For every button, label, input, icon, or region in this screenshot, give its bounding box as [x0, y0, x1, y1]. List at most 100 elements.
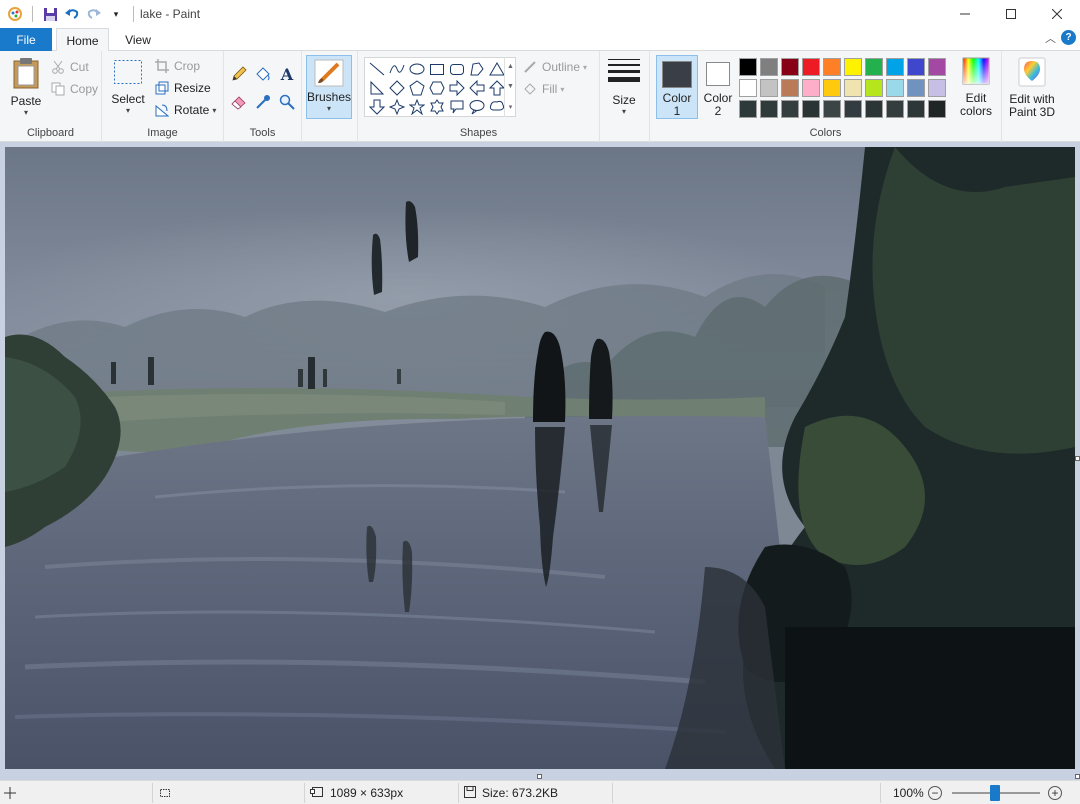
palette-color-swatch[interactable]	[781, 58, 799, 76]
outline-button[interactable]: Outline ▾	[522, 57, 587, 77]
copy-button[interactable]: Copy	[50, 79, 98, 99]
hexagon-shape-icon[interactable]	[427, 78, 447, 98]
palette-color-swatch[interactable]	[907, 58, 925, 76]
down-arrow-shape-icon[interactable]	[367, 97, 387, 117]
cut-button[interactable]: Cut	[50, 57, 89, 77]
palette-color-swatch[interactable]	[886, 79, 904, 97]
crop-button[interactable]: Crop	[154, 56, 200, 76]
palette-color-swatch[interactable]	[802, 79, 820, 97]
zoom-in-button[interactable]: +	[1048, 786, 1062, 800]
palette-color-swatch[interactable]	[739, 100, 757, 118]
edit-with-paint3d-button[interactable]: Edit with Paint 3D	[1006, 57, 1058, 119]
drawing-canvas[interactable]	[5, 147, 1075, 769]
rounded-callout-shape-icon[interactable]	[447, 97, 467, 117]
resize-handle-right[interactable]	[1075, 456, 1080, 461]
resize-handle-corner[interactable]	[1075, 774, 1080, 779]
palette-color-swatch[interactable]	[739, 79, 757, 97]
right-arrow-shape-icon[interactable]	[447, 78, 467, 98]
palette-color-swatch[interactable]	[739, 58, 757, 76]
resize-button[interactable]: Resize	[154, 78, 211, 98]
maximize-button[interactable]	[988, 0, 1034, 28]
chevron-down-icon: ▾	[621, 107, 626, 116]
size-button[interactable]: Size ▾	[607, 93, 641, 116]
scroll-up-icon[interactable]: ▲	[507, 63, 514, 70]
curve-shape-icon[interactable]	[387, 59, 407, 79]
palette-color-swatch[interactable]	[844, 79, 862, 97]
palette-color-swatch[interactable]	[844, 100, 862, 118]
tab-file[interactable]: File	[0, 28, 52, 51]
fill-button[interactable]: Fill ▾	[522, 79, 564, 99]
resize-handle-bottom[interactable]	[537, 774, 542, 779]
palette-color-swatch[interactable]	[907, 79, 925, 97]
pentagon-shape-icon[interactable]	[407, 78, 427, 98]
four-point-star-shape-icon[interactable]	[387, 97, 407, 117]
palette-color-swatch[interactable]	[823, 58, 841, 76]
text-icon[interactable]: A	[276, 63, 298, 85]
close-button[interactable]	[1034, 0, 1080, 28]
separator	[133, 6, 134, 22]
line-shape-icon[interactable]	[367, 59, 387, 79]
palette-color-swatch[interactable]	[928, 58, 946, 76]
scroll-down-icon[interactable]: ▼	[507, 83, 514, 90]
palette-color-swatch[interactable]	[823, 100, 841, 118]
collapse-ribbon-icon[interactable]: ︿	[1045, 30, 1056, 46]
status-bar: 1089 × 633px Size: 673.2KB 100% − +	[0, 780, 1080, 804]
palette-color-swatch[interactable]	[802, 58, 820, 76]
palette-color-swatch[interactable]	[886, 58, 904, 76]
color-picker-icon[interactable]	[252, 91, 274, 113]
rotate-button[interactable]: Rotate ▾	[154, 100, 216, 120]
pencil-icon[interactable]	[228, 63, 250, 85]
shapes-scrollbar[interactable]: ▲ ▼ ▾	[504, 57, 516, 117]
rectangle-shape-icon[interactable]	[427, 59, 447, 79]
edit-colors-button[interactable]: Edit colors	[955, 57, 997, 118]
palette-color-swatch[interactable]	[928, 79, 946, 97]
tab-home[interactable]: Home	[56, 28, 109, 52]
zoom-out-button[interactable]: −	[928, 786, 942, 800]
rounded-rectangle-shape-icon[interactable]	[447, 59, 467, 79]
oval-shape-icon[interactable]	[407, 59, 427, 79]
palette-color-swatch[interactable]	[907, 100, 925, 118]
palette-color-swatch[interactable]	[760, 100, 778, 118]
palette-color-swatch[interactable]	[781, 100, 799, 118]
select-button[interactable]: Select ▾	[110, 59, 146, 115]
palette-color-swatch[interactable]	[865, 58, 883, 76]
magnifier-icon[interactable]	[276, 91, 298, 113]
gallery-expand-icon[interactable]: ▾	[509, 103, 513, 111]
palette-color-swatch[interactable]	[928, 100, 946, 118]
tab-view[interactable]: View	[112, 28, 164, 51]
eraser-icon[interactable]	[228, 91, 250, 113]
undo-icon[interactable]	[61, 3, 83, 25]
polygon-shape-icon[interactable]	[467, 59, 487, 79]
brushes-button[interactable]: Brushes ▾	[306, 55, 352, 119]
palette-color-swatch[interactable]	[865, 79, 883, 97]
palette-color-swatch[interactable]	[844, 58, 862, 76]
palette-color-swatch[interactable]	[760, 58, 778, 76]
palette-color-swatch[interactable]	[781, 79, 799, 97]
canvas-workspace[interactable]	[0, 142, 1080, 780]
diamond-shape-icon[interactable]	[387, 78, 407, 98]
oval-callout-shape-icon[interactable]	[467, 97, 487, 117]
fill-bucket-icon[interactable]	[252, 63, 274, 85]
six-point-star-shape-icon[interactable]	[427, 97, 447, 117]
right-triangle-shape-icon[interactable]	[367, 78, 387, 98]
color1-selector[interactable]: Color 1	[656, 55, 698, 119]
paint-app-icon[interactable]	[4, 3, 26, 25]
paste-button[interactable]: Paste ▾	[8, 57, 44, 117]
resize-label: Resize	[174, 81, 211, 95]
customize-toolbar-icon[interactable]: ▾	[105, 3, 127, 25]
redo-icon[interactable]	[83, 3, 105, 25]
zoom-slider-thumb[interactable]	[990, 785, 1000, 801]
palette-color-swatch[interactable]	[760, 79, 778, 97]
help-icon[interactable]: ?	[1061, 30, 1076, 45]
left-arrow-shape-icon[interactable]	[467, 78, 487, 98]
palette-color-swatch[interactable]	[823, 79, 841, 97]
palette-color-swatch[interactable]	[865, 100, 883, 118]
color2-selector[interactable]: Color 2	[697, 55, 739, 119]
palette-color-swatch[interactable]	[802, 100, 820, 118]
edit-colors-label-2: colors	[959, 104, 992, 118]
size-lines-icon[interactable]	[608, 59, 640, 87]
palette-color-swatch[interactable]	[886, 100, 904, 118]
five-point-star-shape-icon[interactable]	[407, 97, 427, 117]
save-icon[interactable]	[39, 3, 61, 25]
minimize-button[interactable]	[942, 0, 988, 28]
